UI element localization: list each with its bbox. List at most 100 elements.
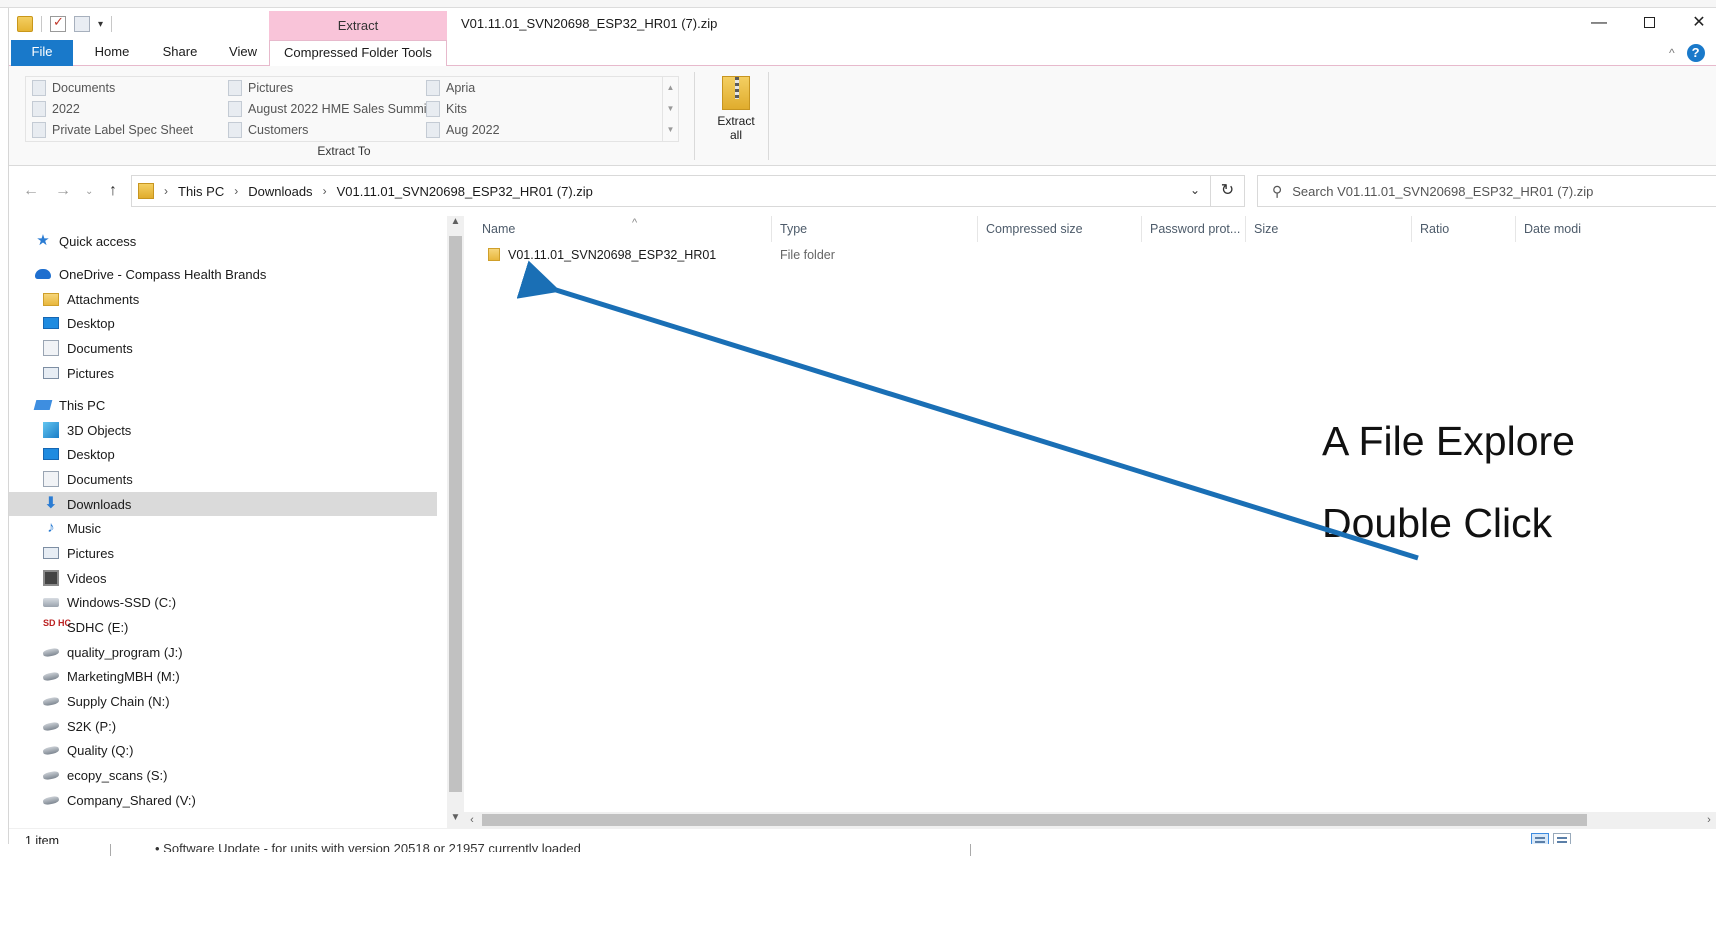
chevron-right-icon[interactable]: ›: [323, 184, 327, 198]
nav-item-drive-s[interactable]: ecopy_scans (S:): [9, 763, 437, 787]
column-header-compressed-size[interactable]: Compressed size: [978, 216, 1142, 242]
column-header-ratio[interactable]: Ratio: [1412, 216, 1516, 242]
scroll-thumb[interactable]: [449, 236, 462, 792]
search-icon: ⚲: [1272, 182, 1283, 199]
gallery-expand-icon[interactable]: ▼: [663, 119, 678, 140]
nav-item-drive-e[interactable]: SD HC SDHC (E:): [9, 615, 437, 639]
gallery-scrollbar[interactable]: ▲ ▼ ▼: [662, 77, 678, 141]
scroll-down-icon[interactable]: ▼: [447, 812, 464, 828]
pictures-icon: [43, 367, 59, 379]
column-header-password-protected[interactable]: Password prot...: [1142, 216, 1246, 242]
nav-item-downloads[interactable]: ⬇ Downloads: [9, 492, 437, 516]
star-icon: ★: [36, 232, 50, 249]
extract-all-button[interactable]: Extract all: [706, 76, 766, 156]
nav-item-desktop[interactable]: Desktop: [9, 311, 437, 335]
nav-item-videos[interactable]: Videos: [9, 566, 437, 590]
customize-toolbar-icon[interactable]: ▾: [98, 19, 103, 30]
gallery-item[interactable]: August 2022 HME Sales Summit: [228, 98, 430, 120]
extract-to-label: Extract To: [317, 144, 371, 158]
search-box[interactable]: ⚲: [1257, 175, 1716, 207]
nav-item-drive-j[interactable]: quality_program (J:): [9, 640, 437, 664]
gallery-item-label: Private Label Spec Sheet: [52, 123, 194, 137]
nav-item-desktop[interactable]: Desktop: [9, 442, 437, 466]
desktop-icon: [43, 448, 59, 460]
refresh-button[interactable]: ↻: [1211, 175, 1245, 207]
nav-item-3d-objects[interactable]: 3D Objects: [9, 418, 437, 442]
column-header-name[interactable]: Name ^: [474, 216, 772, 242]
scroll-up-icon[interactable]: ▲: [447, 216, 464, 232]
nav-item-pictures[interactable]: Pictures: [9, 541, 437, 565]
address-bar[interactable]: › This PC › Downloads › V01.11.01_SVN206…: [131, 175, 1211, 207]
network-drive-icon: [42, 744, 60, 756]
nav-onedrive[interactable]: OneDrive - Compass Health Brands: [9, 262, 437, 286]
extract-to-gallery: Documents Pictures Apria 2022 August 202…: [25, 76, 679, 142]
breadcrumb-zip[interactable]: V01.11.01_SVN20698_ESP32_HR01 (7).zip: [337, 184, 593, 199]
close-button[interactable]: ✕: [1674, 8, 1716, 40]
nav-item-drive-c[interactable]: Windows-SSD (C:): [9, 590, 437, 614]
computer-icon: [33, 400, 53, 410]
nav-this-pc[interactable]: This PC: [9, 393, 437, 417]
nav-item-drive-n[interactable]: Supply Chain (N:): [9, 689, 437, 713]
maximize-button[interactable]: [1624, 8, 1674, 40]
scroll-left-icon[interactable]: ‹: [464, 812, 480, 828]
collapse-ribbon-icon[interactable]: ^: [1669, 46, 1675, 60]
nav-item-pictures[interactable]: Pictures: [9, 361, 437, 385]
gallery-item[interactable]: Pictures: [228, 77, 293, 99]
help-icon[interactable]: ?: [1686, 44, 1705, 62]
nav-item-drive-m[interactable]: MarketingMBH (M:): [9, 664, 437, 688]
gallery-item[interactable]: Aug 2022: [426, 119, 500, 141]
gallery-item[interactable]: 2022: [32, 98, 80, 120]
gallery-item[interactable]: Documents: [32, 77, 115, 99]
gallery-item[interactable]: Private Label Spec Sheet: [32, 119, 193, 141]
new-folder-icon[interactable]: [74, 16, 90, 32]
nav-item-drive-q[interactable]: Quality (Q:): [9, 738, 437, 762]
nav-item-drive-v[interactable]: Company_Shared (V:): [9, 788, 437, 812]
nav-item-music[interactable]: ♪ Music: [9, 516, 437, 540]
tab-file[interactable]: File: [11, 40, 73, 66]
minimize-button[interactable]: —: [1574, 8, 1624, 40]
chevron-right-icon[interactable]: ›: [234, 184, 238, 198]
properties-icon[interactable]: [50, 14, 66, 32]
back-arrow-icon[interactable]: ←: [23, 182, 39, 200]
chevron-down-icon[interactable]: ⌄: [1190, 183, 1200, 197]
tab-compressed-folder-tools[interactable]: Compressed Folder Tools: [269, 40, 447, 67]
table-row[interactable]: V01.11.01_SVN20698_ESP32_HR01 File folde…: [474, 243, 1714, 267]
scroll-thumb[interactable]: [482, 814, 1587, 826]
recent-locations-icon[interactable]: ⌄: [85, 186, 93, 197]
up-arrow-icon[interactable]: ↑: [109, 182, 117, 200]
row-name-cell[interactable]: V01.11.01_SVN20698_ESP32_HR01: [488, 243, 716, 267]
nav-item-documents[interactable]: Documents: [9, 467, 437, 491]
nav-item-drive-p[interactable]: S2K (P:): [9, 714, 437, 738]
folder-icon: [228, 101, 242, 117]
gallery-item[interactable]: Customers: [228, 119, 308, 141]
folder-icon: [426, 122, 440, 138]
chevron-right-icon[interactable]: ›: [164, 184, 168, 198]
breadcrumb-this-pc[interactable]: This PC: [178, 184, 224, 199]
file-list-hscrollbar[interactable]: ‹ ›: [464, 812, 1716, 828]
gallery-item[interactable]: Apria: [426, 77, 475, 99]
scroll-right-icon[interactable]: ›: [1701, 812, 1716, 828]
gallery-scroll-down-icon[interactable]: ▼: [663, 98, 678, 119]
nav-label: ecopy_scans (S:): [67, 767, 168, 783]
forward-arrow-icon[interactable]: →: [55, 182, 71, 200]
search-input[interactable]: [1292, 183, 1693, 199]
tab-share[interactable]: Share: [149, 40, 211, 66]
row-type: File folder: [780, 248, 835, 262]
nav-pane-scrollbar[interactable]: ▲ ▼: [447, 216, 464, 828]
tab-view[interactable]: View: [217, 40, 269, 66]
nav-label: Quick access: [59, 233, 137, 249]
nav-quick-access[interactable]: ★ Quick access: [9, 229, 437, 253]
column-header-size[interactable]: Size: [1246, 216, 1412, 242]
nav-item-attachments[interactable]: Attachments: [9, 287, 437, 311]
nav-item-documents[interactable]: Documents: [9, 336, 437, 360]
title-bar: ▾ Extract V01.11.01_SVN20698_ESP32_HR01 …: [9, 8, 1716, 40]
gallery-scroll-up-icon[interactable]: ▲: [663, 77, 678, 98]
extract-all-label-line2: all: [729, 128, 742, 142]
folder-icon: [488, 248, 500, 262]
breadcrumb-downloads[interactable]: Downloads: [248, 184, 312, 199]
nav-label: SDHC (E:): [67, 619, 129, 635]
column-header-type[interactable]: Type: [772, 216, 978, 242]
column-header-date-modified[interactable]: Date modi: [1516, 216, 1716, 242]
tab-home[interactable]: Home: [85, 40, 139, 66]
gallery-item[interactable]: Kits: [426, 98, 467, 120]
